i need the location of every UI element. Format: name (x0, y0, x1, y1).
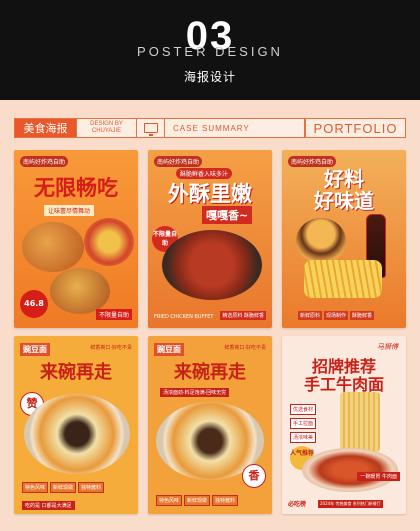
poster-subline: 让味蕾尽情舞动 (44, 205, 95, 216)
poster-logo: 马狮傅 (377, 343, 398, 351)
poster-headline-line1: 好料 (324, 167, 364, 191)
info-strip: 美食海报 DESIGN BY CHUYAJIE CASE SUMMARY POR… (14, 118, 406, 138)
poster-ribbon: 一碗暖胃 牛肉面 (357, 472, 400, 481)
pizza-image (84, 218, 134, 266)
poster-fried-chicken-1[interactable]: 南屿好炸鸡自助 无限畅吃 让味蕾尽情舞动 46.8 不限量自助 (14, 150, 138, 328)
poster-brand: 南屿好炸鸡自助 (20, 156, 69, 167)
noodle-bowl-image (24, 394, 130, 474)
design-by-line2: CHUYAJIE (91, 128, 122, 134)
poster-chips: 新鲜原料 现场制作 酥脆鲜香 (298, 311, 375, 320)
portfolio-label: PORTFOLIO (305, 119, 405, 137)
chip: 现场制作 (324, 311, 349, 320)
poster-headline: 好料 好味道 (282, 168, 406, 212)
burger-image (296, 218, 346, 264)
chip: 新鲜现做 (184, 495, 211, 506)
design-by: DESIGN BY CHUYAJIE (77, 119, 137, 137)
fried-chicken-image-2 (50, 268, 110, 314)
poster-badge: 香 (242, 464, 266, 488)
poster-brand: 南屿好炸鸡自助 (154, 156, 203, 167)
category-label: 美食海报 (15, 119, 77, 137)
poster-headline: 招牌推荐 手工牛肉面 (282, 358, 406, 394)
poster-headline: 来碗再走 (174, 362, 246, 383)
poster-headline: 外酥里嫩 (168, 182, 252, 206)
fries-image (304, 260, 382, 298)
noodle-lift-image (340, 392, 380, 452)
poster-top-right: 鲜香爽口·好吃不贵 (90, 345, 132, 351)
chip: 酥脆鲜香 (350, 311, 375, 320)
section-title-en: POSTER DESIGN (137, 44, 283, 59)
poster-badge: 不限量自助 (95, 309, 132, 320)
poster-footer-right: 精选原料 酥脆鲜香 (220, 311, 266, 320)
monitor-icon-cell (137, 119, 165, 137)
poster-beef-noodle[interactable]: 马狮傅 招牌推荐 手工牛肉面 优选食材 手工拉面 汤浓味美 人气推荐 一碗暖胃 … (282, 336, 406, 514)
poster-footer: 2024年 传统美食 系列热门新餐厅 (318, 500, 383, 508)
poster-chips: 特色风味 新鲜现做 独特酱料 (156, 495, 239, 506)
design-by-line1: DESIGN BY (90, 121, 123, 127)
feature-item: 手工拉面 (290, 418, 317, 429)
monitor-icon (143, 123, 158, 136)
chip: 特色风味 (156, 495, 183, 506)
feature-item: 优选食材 (290, 404, 317, 415)
section-title-cn: 海报设计 (183, 70, 236, 84)
case-summary-label: CASE SUMMARY (165, 119, 305, 137)
poster-footer-left: FRIED CHICKEN BUFFET (154, 314, 214, 320)
poster-fried-chicken-2[interactable]: 南屿好炸鸡自助 酥脆鲜香入味多汁 外酥里嫩 嘎嘎香~ 不限量自助 FRIED C… (148, 150, 272, 328)
poster-headline: 来碗再走 (40, 362, 112, 383)
chip: 特色风味 (22, 482, 49, 493)
poster-headline-line2: 好味道 (314, 189, 374, 213)
poster-headline: 无限畅吃 (34, 176, 118, 200)
poster-top-right: 鲜香爽口·好吃不贵 (224, 345, 266, 351)
poster-ribbon: 汤浓面劲·料足饱满·回味无穷 (160, 388, 230, 397)
fried-chicken-image (22, 222, 84, 272)
feature-list: 优选食材 手工拉面 汤浓味美 (290, 404, 317, 443)
plate-image (162, 230, 262, 300)
beef-noodle-bowl-image (302, 448, 398, 492)
poster-top-tag: 豌豆面 (20, 343, 50, 356)
poster-top-tag: 豌豆面 (154, 343, 184, 356)
poster-pea-noodle-1[interactable]: 豌豆面 鲜香爽口·好吃不贵 来碗再走 赞 特色风味 新鲜现做 独特酱料 吃的是 … (14, 336, 138, 514)
chip: 新鲜现做 (50, 482, 77, 493)
chip: 独特酱料 (78, 482, 105, 493)
poster-pea-noodle-2[interactable]: 豌豆面 鲜香爽口·好吃不贵 来碗再走 汤浓面劲·料足饱满·回味无穷 香 特色风味… (148, 336, 272, 514)
price-badge: 46.8 (20, 290, 48, 318)
poster-footer-logo: 必吃榜 (288, 501, 307, 508)
poster-headline-line1: 招牌推荐 (311, 357, 376, 376)
poster-footer: 吃的是 口都是大满足 (22, 501, 75, 510)
feature-item: 汤浓味美 (290, 432, 317, 443)
poster-burger-combo[interactable]: 南屿好炸鸡自助 好料 好味道 新鲜原料 现场制作 酥脆鲜香 (282, 150, 406, 328)
poster-brand: 南屿好炸鸡自助 (288, 156, 337, 167)
chip: 独特酱料 (212, 495, 239, 506)
chip: 新鲜原料 (298, 311, 323, 320)
poster-chips: 特色风味 新鲜现做 独特酱料 (22, 482, 105, 493)
section-header: 03 POSTER DESIGN 海报设计 (0, 0, 420, 100)
poster-headline-2: 嘎嘎香~ (202, 206, 253, 224)
